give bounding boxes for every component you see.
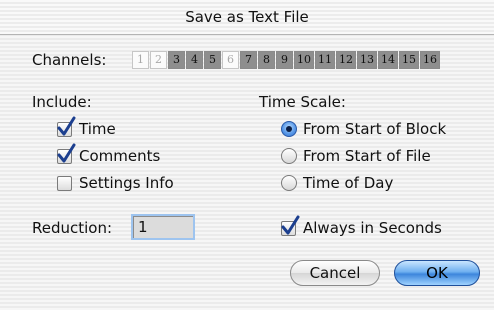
from-start-of-file-radio[interactable]	[281, 148, 297, 164]
time-checkbox-label[interactable]: Time	[79, 120, 116, 138]
channel-14-toggle[interactable]: 14	[378, 51, 398, 69]
settings-info-checkbox-label[interactable]: Settings Info	[79, 174, 174, 192]
comments-checkbox-label[interactable]: Comments	[79, 147, 160, 165]
checkmark-icon	[57, 143, 76, 163]
reduction-input[interactable]: 1	[131, 214, 195, 240]
channel-4-toggle[interactable]: 4	[186, 51, 203, 69]
channel-8-toggle[interactable]: 8	[258, 51, 275, 69]
checkmark-icon	[281, 215, 300, 235]
from-start-of-block-label[interactable]: From Start of Block	[303, 120, 446, 138]
checkmark-icon	[57, 116, 76, 136]
comments-checkbox[interactable]	[57, 143, 76, 164]
ok-button[interactable]: OK	[394, 260, 480, 286]
time-of-day-label[interactable]: Time of Day	[303, 174, 393, 192]
window-title: Save as Text File	[185, 8, 309, 26]
channel-13-toggle[interactable]: 13	[357, 51, 377, 69]
channel-2-toggle[interactable]: 2	[150, 51, 167, 69]
channel-12-toggle[interactable]: 12	[336, 51, 356, 69]
channel-5-toggle[interactable]: 5	[204, 51, 221, 69]
channel-6-toggle[interactable]: 6	[222, 51, 239, 69]
channel-10-toggle[interactable]: 10	[294, 51, 314, 69]
channel-3-toggle[interactable]: 3	[168, 51, 185, 69]
time-scale-label: Time Scale:	[259, 93, 346, 111]
include-label: Include:	[32, 93, 92, 111]
channels-label: Channels:	[32, 51, 107, 69]
always-in-seconds-checkbox[interactable]	[281, 215, 300, 236]
channel-selector: 1 2 3 4 5 6 7 8 9 10 11 12 13 14 15 16	[132, 51, 441, 69]
channel-15-toggle[interactable]: 15	[399, 51, 419, 69]
time-of-day-radio[interactable]	[281, 175, 297, 191]
channel-11-toggle[interactable]: 11	[315, 51, 335, 69]
channel-7-toggle[interactable]: 7	[240, 51, 257, 69]
time-checkbox[interactable]	[57, 116, 76, 137]
channel-16-toggle[interactable]: 16	[420, 51, 440, 69]
from-start-of-file-label[interactable]: From Start of File	[303, 147, 431, 165]
cancel-button[interactable]: Cancel	[290, 260, 380, 286]
always-in-seconds-label[interactable]: Always in Seconds	[303, 219, 442, 237]
reduction-label: Reduction:	[32, 219, 113, 237]
channel-1-toggle[interactable]: 1	[132, 51, 149, 69]
settings-info-checkbox[interactable]	[57, 176, 72, 191]
channel-9-toggle[interactable]: 9	[276, 51, 293, 69]
window-titlebar: Save as Text File	[0, 0, 494, 35]
from-start-of-block-radio[interactable]	[281, 121, 297, 137]
